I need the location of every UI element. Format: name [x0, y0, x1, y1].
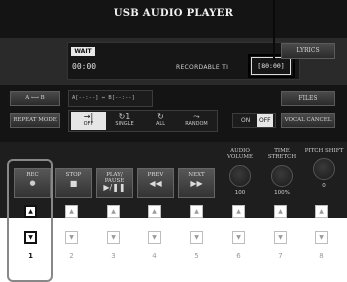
hw-number-7: 7: [278, 252, 283, 260]
next-button[interactable]: NEXT ▶▶: [178, 168, 215, 198]
hw-number-5: 5: [194, 252, 199, 260]
repeat-mode-single[interactable]: ↻1 SINGLE: [107, 112, 142, 130]
hw-down-button-6[interactable]: ▼: [232, 231, 245, 244]
prev-icon: ◀◀: [149, 179, 162, 189]
stop-label: STOP: [65, 172, 82, 178]
hw-up-button-8[interactable]: ▲: [315, 205, 328, 218]
hw-down-button-5[interactable]: ▼: [190, 231, 203, 244]
pitch-shift-control[interactable]: PITCH SHIFT 0: [304, 148, 344, 204]
vocal-cancel-button[interactable]: VOCAL CANCEL: [281, 113, 335, 128]
stop-icon: ■: [69, 179, 78, 189]
repeat-single-icon: ↻1: [118, 112, 131, 121]
hw-down-button-4[interactable]: ▼: [148, 231, 161, 244]
wait-badge: WAIT: [71, 47, 95, 56]
hw-number-8: 8: [319, 252, 324, 260]
shuffle-icon: ⤳: [193, 112, 200, 121]
hw-number-6: 6: [236, 252, 241, 260]
elapsed-time: 00:00: [72, 62, 97, 71]
repeat-mode-selector: →| OFF ↻1 SINGLE ↻ ALL ⤳ RANDOM: [68, 110, 218, 132]
repeat-mode-label: RANDOM: [185, 121, 208, 127]
hw-number-2: 2: [69, 252, 74, 260]
hw-up-button-7[interactable]: ▲: [274, 205, 287, 218]
repeat-off-icon: →|: [83, 112, 94, 121]
toggle-on-label: ON: [241, 117, 251, 124]
repeat-mode-label: ALL: [156, 121, 165, 127]
repeat-mode-random[interactable]: ⤳ RANDOM: [179, 112, 214, 130]
play-pause-icon: ▶/❚❚: [103, 183, 126, 193]
hw-up-button-3[interactable]: ▲: [107, 205, 120, 218]
time-stretch-value: 100%: [274, 189, 290, 196]
hw-up-button-5[interactable]: ▲: [190, 205, 203, 218]
next-label: NEXT: [188, 172, 205, 178]
hw-down-button-8[interactable]: ▼: [315, 231, 328, 244]
ab-range-display: A[--:--] ⇔ B[--:--]: [68, 90, 153, 107]
pitch-shift-value: 0: [322, 183, 326, 190]
hw-down-button-2[interactable]: ▼: [65, 231, 78, 244]
repeat-mode-button[interactable]: REPEAT MODE: [10, 113, 60, 128]
prev-label: PREV: [147, 172, 164, 178]
time-stretch-knob[interactable]: [271, 164, 293, 187]
lyrics-button[interactable]: LYRICS: [281, 43, 335, 59]
pitch-shift-label: PITCH SHIFT: [304, 148, 344, 154]
prev-button[interactable]: PREV ◀◀: [137, 168, 174, 198]
button-callout-frame: [7, 159, 53, 282]
stop-button[interactable]: STOP ■: [55, 168, 92, 198]
hw-number-1: 1: [28, 252, 33, 260]
callout-pointer-line: [273, 0, 275, 60]
time-stretch-label: TIME STRETCH: [267, 148, 297, 161]
audio-volume-label: AUDIO VOLUME: [226, 148, 254, 161]
audio-volume-knob[interactable]: [229, 164, 251, 187]
play-pause-button[interactable]: PLAY/ PAUSE ▶/❚❚: [96, 168, 133, 198]
repeat-mode-all[interactable]: ↻ ALL: [143, 112, 178, 130]
hw-number-3: 3: [111, 252, 116, 260]
toggle-off-label: OFF: [257, 114, 273, 127]
repeat-mode-label: OFF: [83, 121, 94, 127]
hw-down-button-1[interactable]: ▼: [24, 231, 37, 244]
hw-down-button-7[interactable]: ▼: [274, 231, 287, 244]
repeat-all-icon: ↻: [157, 112, 164, 121]
audio-volume-control[interactable]: AUDIO VOLUME 100: [220, 148, 260, 204]
time-stretch-control[interactable]: TIME STRETCH 100%: [262, 148, 302, 204]
audio-volume-value: 100: [234, 189, 246, 196]
hw-up-button-1[interactable]: ▲: [24, 205, 37, 218]
page-title: USB AUDIO PLAYER: [113, 8, 234, 19]
ab-repeat-button[interactable]: A ⟷ B: [10, 91, 60, 106]
hw-number-4: 4: [152, 252, 157, 260]
vocal-cancel-toggle[interactable]: ON OFF: [232, 113, 276, 128]
pitch-shift-knob[interactable]: [313, 158, 335, 181]
files-button[interactable]: FILES: [281, 91, 335, 106]
hw-up-button-6[interactable]: ▲: [232, 205, 245, 218]
hw-up-button-2[interactable]: ▲: [65, 205, 78, 218]
repeat-mode-label: SINGLE: [115, 121, 134, 127]
next-icon: ▶▶: [190, 179, 203, 189]
hw-up-button-4[interactable]: ▲: [148, 205, 161, 218]
hw-down-button-3[interactable]: ▼: [107, 231, 120, 244]
repeat-mode-off[interactable]: →| OFF: [71, 112, 106, 130]
recordable-time-label: RECORDABLE TI: [176, 64, 229, 71]
